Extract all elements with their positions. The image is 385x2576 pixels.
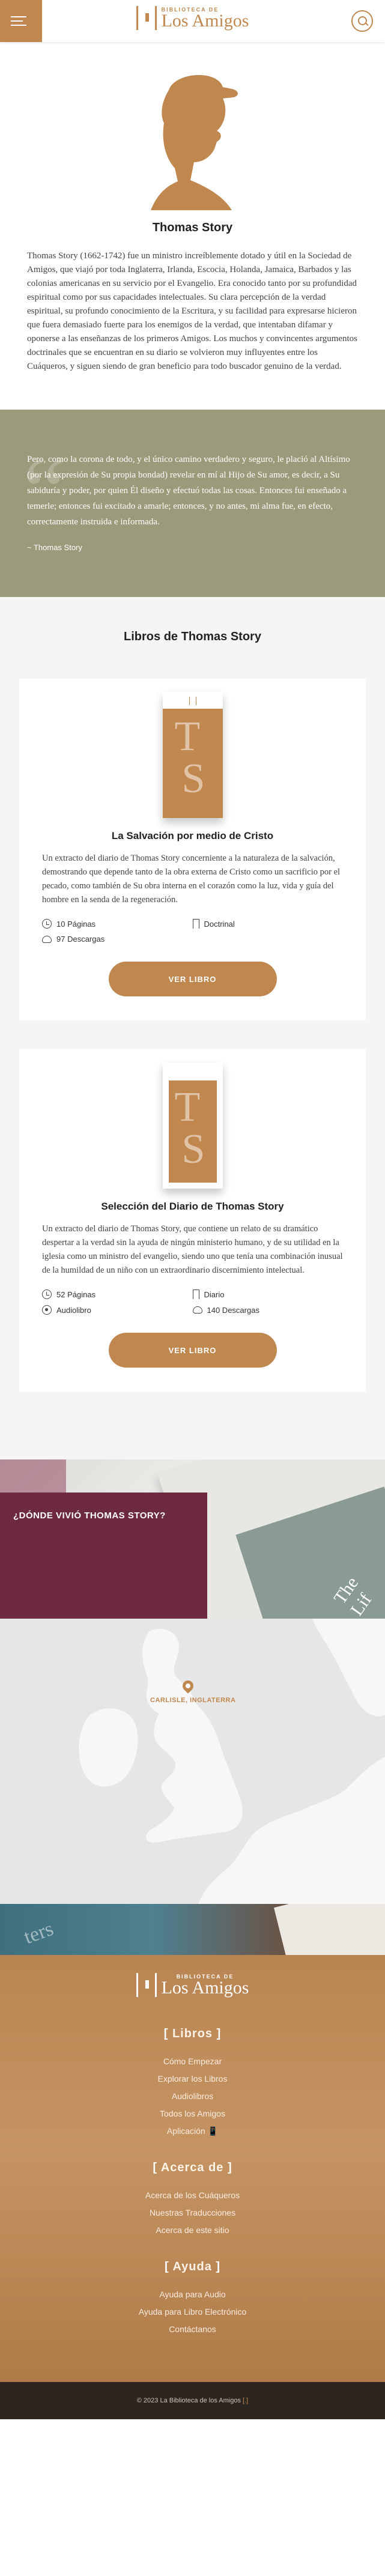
bookmark-icon [192,1290,199,1299]
cloud-download-icon [42,935,52,943]
book-pages-label: 10 Páginas [56,919,96,929]
author-bio: Thomas Story (1662-1742) fue un ministro… [27,251,358,371]
logo-icon [136,1973,157,1997]
footer-link[interactable]: Acerca de los Cuáqueros [12,2187,373,2204]
decorative-book-text: ters [20,1917,56,1949]
author-portrait-silhouette [150,74,238,210]
book-cover-letter: T [174,714,201,760]
location-map[interactable]: CARLISLE, INGLATERRA [0,1619,385,1904]
footer-section-libros: [ Libros ] Cómo Empezar Explorar los Lib… [12,2027,373,2140]
book-downloads: 140 Descargas [192,1305,344,1315]
book-audio: Audiolibro [42,1305,193,1315]
bookmark-icon [192,919,199,929]
footer-link[interactable]: Todos los Amigos [12,2105,373,2123]
book-cover-header [162,692,223,709]
map-graphic [0,1619,385,1904]
book-description: Un extracto del diario de Thomas Story c… [42,853,341,905]
logo-big-text: Los Amigos [161,11,249,31]
book-category-label: Doctrinal [204,919,235,929]
site-header: BIBLIOTECA DE Los Amigos [0,0,385,42]
books-section: Libros de Thomas Story T S La Salvación … [0,597,385,1459]
book-audio-label: Audiolibro [56,1305,91,1315]
footer-section-acerca: [ Acerca de ] Acerca de los Cuáqueros Nu… [12,2161,373,2239]
book-downloads-label: 97 Descargas [56,935,105,944]
menu-icon-bar [11,16,26,17]
book-pages-label: 52 Páginas [56,1290,96,1299]
book-description: Un extracto del diario de Thomas Story, … [42,1224,343,1275]
clock-icon [42,1290,52,1299]
where-section: The Lif ¿DÓNDE VIVIÓ THOMAS STORY? [0,1459,385,1619]
decorative-book [274,1904,385,1955]
book-meta: 10 Páginas Doctrinal 97 Descargas [42,919,343,944]
footer-section-title-label: Libros [172,2027,213,2040]
map-location-label: CARLISLE, INGLATERRA [150,1697,236,1704]
quote-text: Pero, como la corona de todo, y el único… [27,455,350,527]
book-pages: 10 Páginas [42,919,193,929]
menu-icon-bar [11,25,26,26]
book-downloads: 97 Descargas [42,935,193,944]
view-book-button[interactable]: VER LIBRO [108,1333,277,1368]
book-downloads-label: 140 Descargas [207,1305,259,1315]
book-title: Selección del Diario de Thomas Story [101,1201,284,1212]
footer-section-title-label: Ayuda [172,2260,212,2273]
footer-section-title: [ Ayuda ] [164,2260,221,2273]
book-meta: 52 Páginas Diario Audiolibro 140 Descarg… [42,1290,343,1315]
logo-big-text: Los Amigos [161,1978,249,1998]
where-title-box: ¿DÓNDE VIVIÓ THOMAS STORY? [0,1493,207,1619]
book-category: Doctrinal [192,919,344,929]
cloud-download-icon [192,1306,202,1314]
logo-icon [189,697,196,705]
view-book-button[interactable]: VER LIBRO [108,962,277,996]
search-button[interactable] [351,10,373,32]
footer-link[interactable]: Nuestras Traducciones [12,2204,373,2222]
author-name: Thomas Story [152,221,233,234]
footer-link[interactable]: Ayuda para Audio [12,2286,373,2303]
book-cover[interactable]: T S [162,692,223,818]
footer-section-title: [ Acerca de ] [153,2161,232,2174]
site-footer: BIBLIOTECA DE Los Amigos [ Libros ] Cómo… [0,1955,385,2382]
logo-icon [136,6,157,30]
book-cover[interactable]: T S [162,1062,223,1189]
menu-icon-bar [11,20,23,22]
where-title: ¿DÓNDE VIVIÓ THOMAS STORY? [13,1511,166,1521]
book-card: T S Selección del Diario de Thomas Story… [19,1049,366,1392]
clock-icon [42,919,52,929]
footer-link[interactable]: Audiolibros [12,2088,373,2105]
book-category-label: Diario [204,1290,225,1299]
footer-link[interactable]: Explorar los Libros [12,2070,373,2088]
footer-decoration: ters [0,1904,385,1955]
quote-section: “ Pero, como la corona de todo, y el úni… [0,410,385,597]
footer-logo[interactable]: BIBLIOTECA DE Los Amigos [136,1973,249,1997]
headphones-icon [42,1305,52,1315]
book-category: Diario [192,1290,344,1299]
book-cover-letter: T [174,1084,201,1130]
copyright-logo-mark: [.] [243,2397,249,2404]
footer-link[interactable]: Aplicación 📱 [12,2123,373,2140]
book-title: La Salvación por medio de Cristo [111,830,274,841]
book-cover-letter: S [181,756,205,802]
book-card: T S La Salvación por medio de Cristo Un … [19,679,366,1020]
menu-button[interactable] [0,0,42,42]
footer-section-ayuda: [ Ayuda ] Ayuda para Audio Ayuda para Li… [12,2260,373,2338]
footer-section-title: [ Libros ] [163,2027,222,2040]
footer-link[interactable]: Contáctanos [12,2321,373,2338]
quote-author: ~ Thomas Story [27,543,82,552]
copyright-text: © 2023 La Biblioteca de los Amigos [136,2397,241,2404]
footer-link[interactable]: Cómo Empezar [12,2053,373,2070]
book-pages: 52 Páginas [42,1290,193,1299]
copyright-bar: © 2023 La Biblioteca de los Amigos [.] [0,2382,385,2419]
book-cover-letter: S [181,1126,205,1172]
footer-link[interactable]: Acerca de este sitio [12,2222,373,2239]
site-logo[interactable]: BIBLIOTECA DE Los Amigos [136,6,249,30]
footer-section-title-label: Acerca de [160,2161,224,2174]
footer-link[interactable]: Ayuda para Libro Electrónico [12,2303,373,2321]
author-section: Thomas Story Thomas Story (1662-1742) fu… [0,42,385,410]
books-section-title: Libros de Thomas Story [124,630,261,643]
